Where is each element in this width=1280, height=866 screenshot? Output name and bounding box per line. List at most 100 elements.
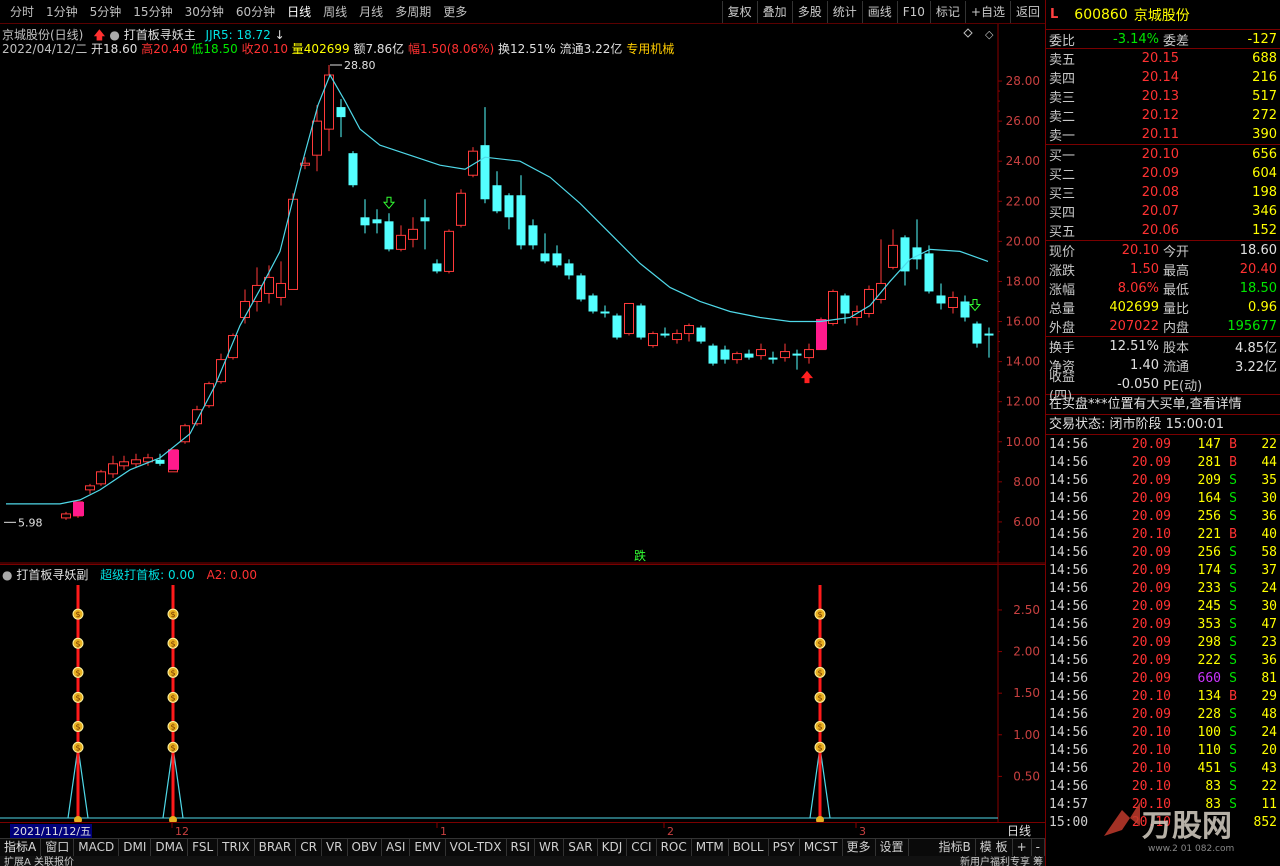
tool-button-8[interactable]: 返回 — [1009, 1, 1045, 23]
indicator-tab-15[interactable]: WR — [535, 839, 565, 856]
tick-time: 14:56 — [1049, 454, 1089, 470]
indicator-tab-25[interactable]: 设置 — [876, 839, 909, 856]
indicator-tab-21[interactable]: BOLL — [729, 839, 769, 856]
sell-arrow-icon — [382, 196, 396, 210]
indicator-tab-right-2[interactable]: + — [1013, 839, 1032, 856]
sub-indicator-name[interactable]: 打首板寻妖副 — [16, 568, 88, 582]
sub-indicator-chart[interactable]: 2.50 2.00 1.50 1.00 0.50 $ $ $ $ $ $ $ $ $ $ $ $ $ $ $ $ $ $ — [0, 564, 1045, 823]
kline-chart[interactable]: 28.00 26.00 24.00 22.00 20.00 18.00 16.00 14.00… — [0, 24, 1045, 564]
stat-value: 1.40 — [1130, 358, 1159, 373]
tick-row: 14:56 20.09 281 B 44 — [1046, 453, 1280, 471]
candle-body — [708, 345, 718, 364]
indicator-tab-8[interactable]: CR — [296, 839, 322, 856]
money-bag-glyph: $ — [170, 722, 175, 731]
indicator-tab-14[interactable]: RSI — [507, 839, 536, 856]
sub-toggle-icon[interactable]: ● — [2, 568, 12, 582]
period-tab-10[interactable]: 更多 — [437, 1, 473, 23]
quote-stats-1: 现价 20.10 今开 18.60 涨跌 1.50 最高 20.40 涨幅 8.06% 最低 18.5… — [1046, 241, 1280, 337]
y-tick-label: 14.00 — [1006, 355, 1040, 369]
indicator-tab-11[interactable]: ASI — [382, 839, 411, 856]
indicator-tab-5[interactable]: FSL — [188, 839, 219, 856]
indicator-tab-2[interactable]: MACD — [74, 839, 120, 856]
period-tab-9[interactable]: 多周期 — [389, 1, 437, 23]
indicator-tab-1[interactable]: 窗口 — [41, 839, 75, 856]
indicator-tab-12[interactable]: EMV — [410, 839, 446, 856]
tick-volume: 209 — [1197, 472, 1221, 488]
y-tick-label: 24.00 — [1006, 154, 1040, 168]
indicator-tab-19[interactable]: ROC — [657, 839, 692, 856]
sub-indicator-svg[interactable]: 2.50 2.00 1.50 1.00 0.50 $ $ $ $ $ $ $ $ $ $ $ $ $ $ $ $ $ $ — [0, 565, 1045, 823]
tick-count: 24 — [1261, 580, 1277, 596]
period-tab-2[interactable]: 5分钟 — [84, 1, 128, 23]
indicator-tab-right-1[interactable]: 模 板 — [976, 839, 1013, 856]
tick-price: 20.09 — [1131, 454, 1171, 470]
period-tab-3[interactable]: 15分钟 — [127, 1, 178, 23]
tick-count: 43 — [1261, 760, 1277, 776]
money-bag-glyph: $ — [170, 693, 175, 702]
indicator-tab-20[interactable]: MTM — [692, 839, 729, 856]
tick-count: 36 — [1261, 508, 1277, 524]
candle-body — [984, 333, 994, 336]
indicator-tab-16[interactable]: SAR — [564, 839, 598, 856]
tool-button-2[interactable]: 多股 — [791, 1, 827, 23]
tool-button-5[interactable]: F10 — [896, 1, 930, 23]
indicator-tab-17[interactable]: KDJ — [598, 839, 628, 856]
bid-volume: 152 — [1252, 223, 1277, 238]
indicator-tab-6[interactable]: TRIX — [218, 839, 255, 856]
bid-row: 买一 20.10 656 — [1046, 145, 1280, 164]
candle-body — [636, 305, 646, 338]
tool-button-1[interactable]: 叠加 — [756, 1, 792, 23]
candle-body — [131, 459, 141, 465]
tick-direction: S — [1229, 706, 1237, 722]
period-tab-7[interactable]: 周线 — [317, 1, 353, 23]
period-tab-6[interactable]: 日线 — [281, 1, 317, 23]
indicator-tab-7[interactable]: BRAR — [255, 839, 297, 856]
kline-svg[interactable]: 28.00 26.00 24.00 22.00 20.00 18.00 16.00 14.00… — [0, 24, 1045, 564]
tool-button-3[interactable]: 统计 — [826, 1, 862, 23]
indicator-tab-13[interactable]: VOL-TDX — [446, 839, 507, 856]
big-order-alert[interactable]: 在买盘***位置有大买单,查看详情 — [1046, 395, 1280, 415]
candle-body — [228, 335, 238, 359]
low-label: 5.98 — [18, 516, 43, 529]
ask-book: 卖五 20.15 688 卖四 20.14 216 卖三 20.13 517 卖二 20.12 272… — [1046, 49, 1280, 145]
candle-body — [936, 295, 946, 304]
ask-row: 卖三 20.13 517 — [1046, 87, 1280, 106]
indicator-tab-3[interactable]: DMI — [119, 839, 152, 856]
tick-volume: 353 — [1197, 616, 1221, 632]
indicator-tab-18[interactable]: CCI — [627, 839, 657, 856]
tool-button-6[interactable]: 标记 — [929, 1, 965, 23]
period-tab-0[interactable]: 分时 — [4, 1, 40, 23]
tool-button-7[interactable]: +自选 — [964, 1, 1010, 23]
indicator-tab-10[interactable]: OBV — [348, 839, 383, 856]
y-tick-label: 12.00 — [1006, 395, 1040, 409]
indicator-tab-4[interactable]: DMA — [151, 839, 189, 856]
tick-count: 40 — [1261, 526, 1277, 542]
tick-price: 20.10 — [1131, 760, 1171, 776]
indicator-tab-right-3[interactable]: - — [1032, 839, 1045, 856]
indicator-tab-22[interactable]: PSY — [769, 839, 800, 856]
tick-list[interactable]: 14:56 20.09 147 B 22 14:56 20.09 281 B 44 14:56 20.… — [1046, 435, 1280, 831]
webi-label: 委比 — [1049, 33, 1076, 49]
period-tab-4[interactable]: 30分钟 — [179, 1, 230, 23]
candle-body — [840, 295, 850, 314]
tool-button-0[interactable]: 复权 — [721, 1, 757, 23]
period-tab-1[interactable]: 1分钟 — [40, 1, 84, 23]
money-bag-glyph: $ — [817, 743, 822, 752]
period-tab-8[interactable]: 月线 — [353, 1, 389, 23]
tool-button-4[interactable]: 画线 — [861, 1, 897, 23]
indicator-tab-23[interactable]: MCST — [800, 839, 843, 856]
indicator-tab-24[interactable]: 更多 — [843, 839, 876, 856]
indicator-tab-right-0[interactable]: 指标B — [935, 839, 976, 856]
indicator-tab-9[interactable]: VR — [322, 839, 348, 856]
tick-count: 30 — [1261, 490, 1277, 506]
period-tab-5[interactable]: 60分钟 — [230, 1, 281, 23]
candle-body — [576, 275, 586, 300]
tick-direction: S — [1229, 670, 1237, 686]
tick-row: 14:56 20.10 83 S 22 — [1046, 777, 1280, 795]
tick-price: 20.09 — [1131, 670, 1171, 686]
bid-volume: 198 — [1252, 185, 1277, 200]
tick-price: 20.09 — [1131, 598, 1171, 614]
tick-time: 14:56 — [1049, 688, 1089, 704]
bid-book: 买一 20.10 656 买二 20.09 604 买三 20.08 198 买四 20.07 346… — [1046, 145, 1280, 241]
indicator-tab-0[interactable]: 指标A — [0, 839, 42, 856]
